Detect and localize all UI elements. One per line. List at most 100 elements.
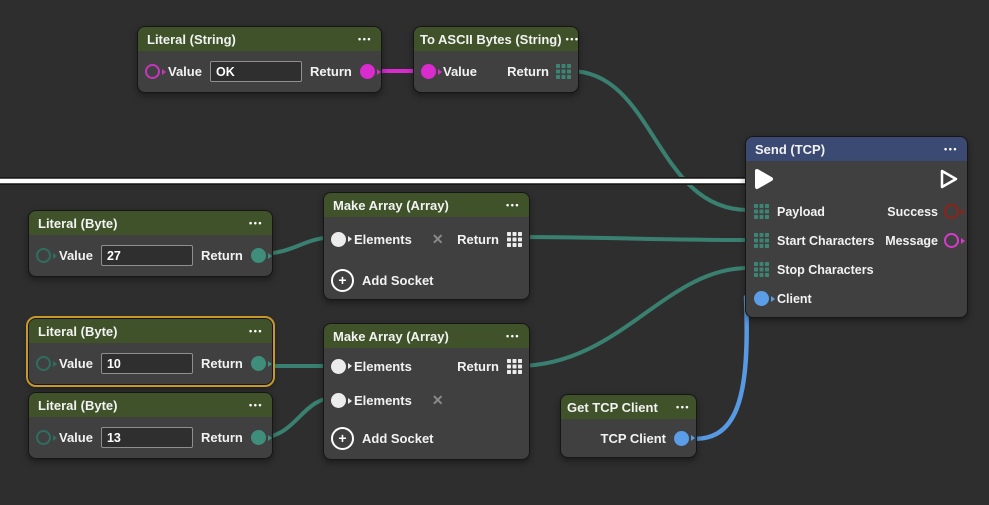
node-row: Value Return	[138, 51, 381, 92]
node-header[interactable]: Literal (Byte) •••	[29, 319, 272, 343]
node-send-tcp[interactable]: Send (TCP) ••• Payload Success	[745, 136, 968, 318]
node-header[interactable]: Make Array (Array) •••	[324, 193, 529, 217]
success-label: Success	[887, 205, 938, 219]
add-socket-icon[interactable]: +	[331, 427, 354, 450]
node-title: Make Array (Array)	[333, 198, 449, 213]
return-label: Return	[201, 356, 243, 371]
message-label: Message	[885, 234, 938, 248]
wire-makearray1-to-startchars[interactable]	[517, 237, 748, 240]
menu-icon[interactable]: •••	[944, 144, 958, 154]
wire-makearray2-to-stopchars[interactable]	[517, 268, 748, 366]
return-label: Return	[201, 430, 243, 445]
string-input-socket[interactable]	[421, 64, 436, 79]
node-header[interactable]: Send (TCP) •••	[746, 137, 967, 161]
node-literal-byte-27[interactable]: Literal (Byte) ••• Value Return	[28, 210, 273, 277]
menu-icon[interactable]: •••	[249, 326, 263, 336]
menu-icon[interactable]: •••	[506, 200, 520, 210]
node-row: Value Return	[29, 235, 272, 276]
array-grid-icon[interactable]	[507, 232, 522, 247]
elements-input-socket[interactable]	[331, 232, 346, 247]
menu-icon[interactable]: •••	[249, 400, 263, 410]
node-literal-byte-13[interactable]: Literal (Byte) ••• Value Return	[28, 392, 273, 459]
node-make-array-2[interactable]: Make Array (Array) ••• Elements Return E…	[323, 323, 530, 460]
value-input[interactable]	[101, 245, 193, 266]
remove-socket-icon[interactable]: ✕	[432, 392, 444, 409]
byte-array-grid-icon[interactable]	[754, 262, 769, 277]
byte-array-grid-icon[interactable]	[754, 204, 769, 219]
node-row: Value Return	[29, 417, 272, 458]
node-row: TCP Client	[561, 419, 696, 457]
node-literal-byte-10[interactable]: Literal (Byte) ••• Value Return	[28, 318, 273, 385]
array-grid-icon[interactable]	[507, 359, 522, 374]
client-input-socket[interactable]	[754, 291, 769, 306]
node-title: Literal (String)	[147, 32, 236, 47]
byte-output-socket[interactable]	[251, 356, 266, 371]
elements-input-socket[interactable]	[331, 359, 346, 374]
node-to-ascii-bytes[interactable]: To ASCII Bytes (String) ••• Value Return	[413, 26, 579, 93]
byte-input-socket[interactable]	[36, 248, 51, 263]
menu-icon[interactable]: •••	[249, 218, 263, 228]
value-input[interactable]	[101, 353, 193, 374]
node-row: Payload Success	[746, 197, 967, 226]
elements-label: Elements	[354, 232, 412, 247]
tcp-client-output-socket[interactable]	[674, 431, 689, 446]
elements-input-socket[interactable]	[331, 393, 346, 408]
exec-output-arrow-icon[interactable]	[939, 168, 959, 190]
byte-output-socket[interactable]	[251, 430, 266, 445]
node-header[interactable]: Literal (Byte) •••	[29, 393, 272, 417]
wire-ascii-to-payload[interactable]	[570, 71, 748, 210]
menu-icon[interactable]: •••	[566, 34, 580, 44]
byte-input-socket[interactable]	[36, 356, 51, 371]
node-title: Literal (Byte)	[38, 398, 117, 413]
node-row: Elements ✕	[324, 384, 529, 417]
node-header[interactable]: To ASCII Bytes (String) •••	[414, 27, 578, 51]
tcp-client-label: TCP Client	[601, 431, 667, 446]
node-make-array-1[interactable]: Make Array (Array) ••• Elements ✕ Return…	[323, 192, 530, 300]
value-label: Value	[59, 356, 93, 371]
add-socket-label[interactable]: Add Socket	[362, 431, 434, 446]
value-label: Value	[443, 64, 477, 79]
node-header[interactable]: Literal (String) •••	[138, 27, 381, 51]
node-get-tcp-client[interactable]: Get TCP Client ••• TCP Client	[560, 394, 697, 458]
byte-array-grid-icon[interactable]	[556, 64, 571, 79]
string-input-socket[interactable]	[145, 64, 160, 79]
exec-input-arrow-icon[interactable]	[754, 168, 774, 190]
node-title: Literal (Byte)	[38, 216, 117, 231]
node-row: + Add Socket	[324, 261, 529, 299]
start-characters-label: Start Characters	[777, 234, 874, 248]
node-header[interactable]: Get TCP Client •••	[561, 395, 696, 419]
add-socket-label[interactable]: Add Socket	[362, 273, 434, 288]
node-row: Stop Characters	[746, 255, 967, 284]
byte-input-socket[interactable]	[36, 430, 51, 445]
byte-output-socket[interactable]	[251, 248, 266, 263]
menu-icon[interactable]: •••	[358, 34, 372, 44]
node-row: Value Return	[29, 343, 272, 384]
node-header[interactable]: Make Array (Array) •••	[324, 324, 529, 348]
node-literal-string[interactable]: Literal (String) ••• Value Return	[137, 26, 382, 93]
node-row: + Add Socket	[324, 417, 529, 459]
byte-array-grid-icon[interactable]	[754, 233, 769, 248]
string-output-socket[interactable]	[360, 64, 375, 79]
node-title: Send (TCP)	[755, 142, 825, 157]
node-editor-canvas[interactable]: Literal (String) ••• Value Return To ASC…	[0, 0, 989, 505]
node-title: Get TCP Client	[567, 400, 658, 415]
menu-icon[interactable]: •••	[506, 331, 520, 341]
success-output-socket[interactable]	[944, 204, 959, 219]
node-row: Elements ✕ Return	[324, 217, 529, 261]
remove-socket-icon[interactable]: ✕	[432, 231, 444, 248]
message-output-socket[interactable]	[944, 233, 959, 248]
node-row: Client	[746, 284, 967, 313]
value-input[interactable]	[210, 61, 302, 82]
value-input[interactable]	[101, 427, 193, 448]
menu-icon[interactable]: •••	[676, 402, 690, 412]
node-header[interactable]: Literal (Byte) •••	[29, 211, 272, 235]
return-label: Return	[457, 232, 499, 247]
client-label: Client	[777, 292, 812, 306]
return-label: Return	[201, 248, 243, 263]
return-label: Return	[507, 64, 549, 79]
node-title: Make Array (Array)	[333, 329, 449, 344]
node-row: Start Characters Message	[746, 226, 967, 255]
add-socket-icon[interactable]: +	[331, 269, 354, 292]
node-title: To ASCII Bytes (String)	[420, 32, 562, 47]
elements-label: Elements	[354, 359, 412, 374]
